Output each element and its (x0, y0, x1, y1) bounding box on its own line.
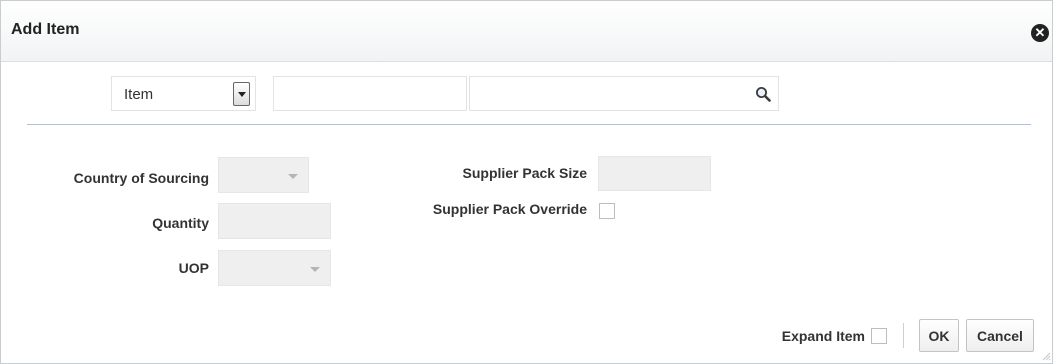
supplier-pack-size-field (598, 156, 711, 191)
supplier-pack-override-label: Supplier Pack Override (432, 201, 587, 217)
resize-grip-icon[interactable] (1041, 351, 1051, 361)
chevron-down-icon (310, 267, 320, 272)
uop-select (218, 250, 331, 286)
quantity-label: Quantity (152, 215, 209, 231)
add-item-dialog: Add Item ✕ Item Country of Sourcing Quan… (0, 0, 1053, 364)
quantity-field (218, 203, 331, 239)
supplier-pack-override-checkbox[interactable] (599, 203, 615, 219)
chevron-down-icon (288, 174, 298, 179)
expand-item-label: Expand Item (781, 328, 865, 344)
item-search-input[interactable] (469, 76, 779, 111)
search-icon[interactable] (755, 86, 771, 102)
uop-label: UOP (178, 260, 209, 276)
country-of-sourcing-select (218, 157, 309, 193)
section-divider (27, 124, 1031, 125)
expand-item-checkbox[interactable] (871, 328, 887, 344)
chevron-down-icon[interactable] (233, 82, 250, 106)
item-type-select-value: Item (124, 86, 154, 103)
cancel-button[interactable]: Cancel (966, 319, 1034, 352)
supplier-pack-size-label: Supplier Pack Size (462, 165, 588, 181)
footer-separator (903, 323, 904, 348)
dialog-title: Add Item (11, 21, 80, 38)
dialog-header: Add Item ✕ (1, 1, 1052, 62)
close-icon[interactable]: ✕ (1031, 24, 1049, 42)
country-of-sourcing-label: Country of Sourcing (73, 170, 209, 186)
item-type-select[interactable]: Item (111, 76, 256, 111)
ok-button[interactable]: OK (919, 319, 959, 352)
item-input[interactable] (273, 76, 467, 111)
